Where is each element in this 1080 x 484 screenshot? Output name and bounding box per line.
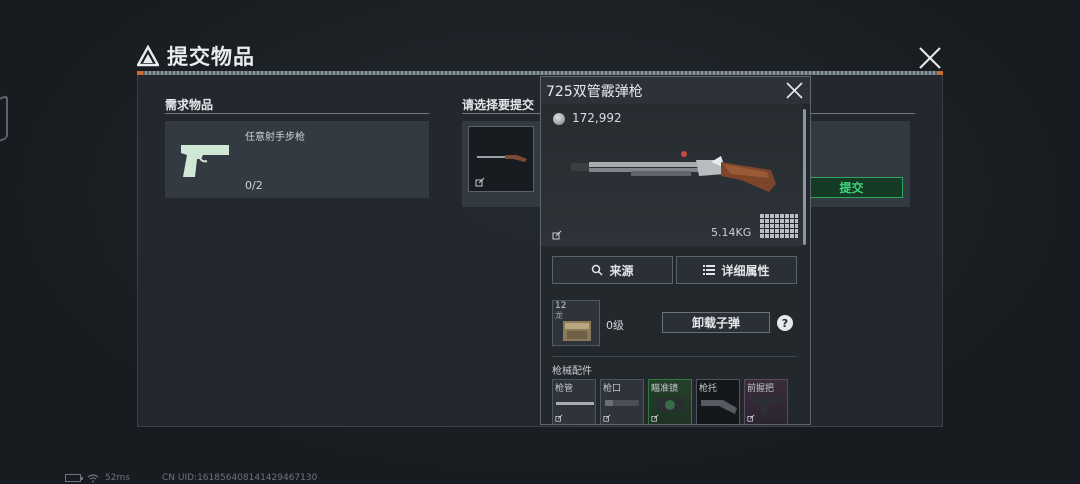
attributes-button[interactable]: 详细属性 bbox=[676, 256, 797, 284]
muzzle-icon bbox=[605, 400, 639, 406]
shotgun-thumbnail-icon bbox=[477, 155, 527, 162]
attachment-label: 枪管 bbox=[555, 384, 574, 394]
link-icon bbox=[603, 414, 611, 422]
ammo-slot[interactable]: 12 龙 bbox=[552, 300, 600, 346]
select-items-header: 请选择要提交 bbox=[462, 98, 535, 112]
list-icon bbox=[703, 265, 716, 275]
side-tab[interactable] bbox=[0, 94, 8, 146]
selected-item-slot[interactable] bbox=[468, 126, 534, 192]
required-item-card: 任意射手步枪 0/2 bbox=[165, 121, 429, 198]
attachment-label: 枪托 bbox=[699, 384, 718, 394]
title-bar: 提交物品 bbox=[137, 40, 255, 72]
attributes-label: 详细属性 bbox=[721, 263, 770, 278]
stock-icon bbox=[701, 400, 737, 414]
attachment-slot-muzzle[interactable]: 枪口 bbox=[600, 379, 644, 424]
attachment-slot-stock[interactable]: 枪托 bbox=[696, 379, 740, 424]
attachment-slot-scope[interactable]: 瞄准镜 bbox=[648, 379, 692, 424]
inventory-size-icon bbox=[760, 214, 798, 238]
item-image-area: 172,992 5.14KG bbox=[541, 104, 803, 246]
coin-icon bbox=[553, 113, 565, 125]
unload-ammo-button[interactable]: 卸载子弹 bbox=[662, 312, 770, 333]
item-detail-popup: 725双管霰弹枪 172,992 5.14KG 来源 详细属性 12 龙 0级 … bbox=[540, 76, 811, 425]
user-uid: CN UID:161856408141429467130 bbox=[162, 473, 318, 483]
triangle-logo-icon bbox=[137, 45, 159, 67]
required-items-header: 需求物品 bbox=[165, 98, 214, 112]
barrel-icon bbox=[556, 402, 594, 405]
required-divider bbox=[165, 113, 429, 114]
source-label: 来源 bbox=[609, 263, 634, 278]
item-weight: 5.14KG bbox=[711, 226, 752, 239]
pistol-icon bbox=[181, 145, 229, 177]
attachment-slot-barrel[interactable]: 枪管 bbox=[552, 379, 596, 424]
submit-button[interactable]: 提交 bbox=[800, 177, 903, 198]
attachment-label: 瞄准镜 bbox=[651, 384, 679, 394]
detail-divider bbox=[552, 356, 797, 357]
help-button[interactable]: ? bbox=[777, 315, 793, 331]
link-icon bbox=[552, 230, 562, 240]
shotgun-image bbox=[571, 151, 776, 192]
attachment-label: 枪口 bbox=[603, 384, 622, 394]
attachments-header: 枪械配件 bbox=[552, 366, 592, 377]
close-icon[interactable] bbox=[918, 46, 942, 70]
ammo-count: 12 bbox=[555, 301, 567, 311]
wifi-icon bbox=[87, 473, 99, 482]
required-item-name: 任意射手步枪 bbox=[245, 132, 305, 143]
ammo-box-icon bbox=[563, 321, 591, 341]
scope-icon bbox=[657, 398, 683, 412]
page-title: 提交物品 bbox=[167, 45, 255, 69]
detail-title: 725双管霰弹枪 bbox=[546, 84, 643, 100]
status-bar: 52ms bbox=[65, 473, 130, 483]
scrollbar[interactable] bbox=[803, 109, 806, 245]
ammo-level: 0级 bbox=[606, 319, 624, 332]
attachment-slot-foregrip[interactable]: 前握把 bbox=[744, 379, 788, 424]
link-icon bbox=[651, 414, 659, 422]
link-icon bbox=[747, 414, 755, 422]
source-button[interactable]: 来源 bbox=[552, 256, 673, 284]
required-item-count: 0/2 bbox=[245, 179, 263, 192]
link-icon bbox=[555, 414, 563, 422]
search-icon bbox=[592, 264, 604, 276]
link-icon bbox=[475, 177, 485, 187]
item-price: 172,992 bbox=[572, 111, 622, 125]
attachment-label: 前握把 bbox=[747, 384, 775, 394]
foregrip-icon bbox=[751, 398, 781, 415]
ping-value: 52ms bbox=[105, 473, 130, 483]
battery-icon bbox=[65, 474, 83, 482]
detail-close-icon[interactable] bbox=[786, 82, 803, 99]
